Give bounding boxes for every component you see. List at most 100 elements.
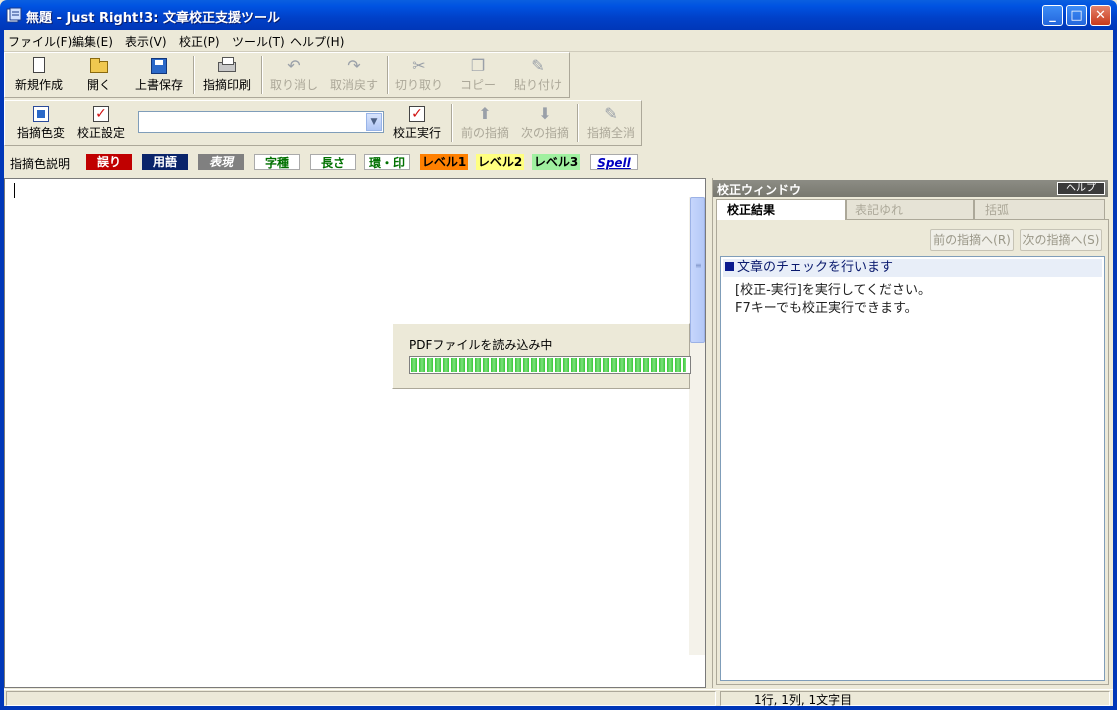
toolbar-separator (577, 104, 579, 142)
paste-button[interactable]: ✎ 貼り付け (511, 55, 565, 95)
highlight-color-legend: 指摘色説明 誤り 用語 表現 字種 長さ 環・印 レベル1 レベル2 レベル3 … (4, 151, 1113, 175)
chevron-down-icon[interactable]: ▼ (366, 113, 382, 131)
window-title: 無題 - Just Right!3: 文章校正支援ツール (26, 11, 280, 26)
checkmark-icon: ✓ (407, 105, 427, 123)
legend-chip: 表現 (198, 154, 244, 170)
settings-label: 校正設定 (76, 126, 125, 140)
redo-button-label: 取消戻す (329, 78, 378, 92)
result-line: F7キーでも校正実行できます。 (735, 301, 918, 316)
legend-chip: 誤り (86, 154, 132, 170)
legend-chip: 長さ (310, 154, 356, 170)
tab-spelling-variants[interactable]: 表記ゆれ (846, 199, 974, 219)
proofread-mode-select[interactable]: ▼ (138, 111, 384, 133)
next-issue-nav-button[interactable]: 次の指摘へ(S) (1020, 229, 1102, 251)
tab-results[interactable]: 校正結果 (716, 199, 846, 220)
legend-label: 指摘色説明 (10, 157, 71, 171)
open-button[interactable]: 開く (77, 55, 121, 95)
color-change-button[interactable]: 指摘色変 (13, 103, 69, 143)
window-frame (0, 706, 1117, 710)
legend-chip: 環・印 (364, 154, 410, 170)
menu-help[interactable]: ヘルプ(H) (290, 33, 344, 50)
legend-chip: Spell (590, 154, 638, 170)
menu-view[interactable]: 表示(V) (125, 33, 167, 50)
minimize-button[interactable]: _ (1042, 5, 1063, 26)
maximize-button[interactable]: □ (1066, 5, 1087, 26)
legend-chip: レベル1 (420, 154, 468, 170)
panel-header: 校正ウィンドウ (713, 180, 1108, 197)
next-issue-button[interactable]: ⬇ 次の指摘 (517, 103, 573, 143)
new-button[interactable]: 新規作成 (11, 55, 67, 95)
prev-issue-label: 前の指摘 (460, 126, 509, 140)
standard-toolbar: 新規作成 開く 上書保存 指摘印刷 ↶ 取り消し ↷ 取消戻す ✂ 切り取り ❐… (4, 52, 570, 98)
menu-tools[interactable]: ツール(T) (232, 33, 285, 50)
open-button-label: 開く (86, 78, 111, 92)
run-proofread-button[interactable]: ✓ 校正実行 (389, 103, 445, 143)
panel-help-button[interactable]: ヘルプ (1057, 182, 1105, 195)
save-icon (149, 57, 169, 75)
progress-bar (409, 356, 691, 374)
arrow-up-icon: ⬆ (478, 104, 492, 123)
folder-open-icon (89, 57, 109, 75)
menu-edit[interactable]: 編集(E) (72, 33, 113, 50)
paste-brush-icon: ✎ (531, 56, 545, 75)
legend-chip: レベル2 (476, 154, 524, 170)
legend-chip: 字種 (254, 154, 300, 170)
close-button[interactable]: ✕ (1090, 5, 1111, 26)
toolbar-separator (387, 56, 389, 94)
save-button-label: 上書保存 (134, 78, 183, 92)
legend-chip: 用語 (142, 154, 188, 170)
scissors-icon: ✂ (412, 56, 426, 75)
next-issue-label: 次の指摘 (520, 126, 569, 140)
progress-bar-fill (411, 358, 686, 372)
toolbar-separator (261, 56, 263, 94)
run-proofread-label: 校正実行 (392, 126, 441, 140)
tab-brackets[interactable]: 括弧 (974, 199, 1105, 219)
printer-icon (217, 57, 237, 75)
menu-file[interactable]: ファイル(F) (8, 33, 72, 50)
clear-issues-button[interactable]: ✎ 指摘全消 (583, 103, 639, 143)
save-button[interactable]: 上書保存 (131, 55, 187, 95)
window-frame (1113, 30, 1117, 710)
undo-button-label: 取り消し (269, 78, 318, 92)
undo-button[interactable]: ↶ 取り消し (267, 55, 321, 95)
menu-bar: ファイル(F) 編集(E) 表示(V) 校正(P) ツール(T) ヘルプ(H) (4, 30, 1113, 52)
cut-button[interactable]: ✂ 切り取り (393, 55, 445, 95)
menu-proofread[interactable]: 校正(P) (179, 33, 220, 50)
color-change-label: 指摘色変 (16, 126, 65, 140)
new-document-icon (29, 57, 49, 75)
app-icon[interactable] (6, 7, 22, 23)
prev-issue-nav-button[interactable]: 前の指摘へ(R) (930, 229, 1014, 251)
panel-title: 校正ウィンドウ (717, 183, 802, 197)
arrow-down-icon: ⬇ (538, 104, 552, 123)
result-line: [校正-実行]を実行してください。 (735, 283, 932, 298)
result-heading: 文章のチェックを行います (737, 260, 894, 275)
prev-issue-button[interactable]: ⬆ 前の指摘 (457, 103, 513, 143)
square-marker-icon (725, 262, 734, 271)
results-list: 文章のチェックを行います [校正-実行]を実行してください。 F7キーでも校正実… (720, 256, 1105, 681)
legend-chip: レベル3 (532, 154, 580, 170)
text-editor[interactable] (4, 178, 706, 688)
print-button[interactable]: 指摘印刷 (199, 55, 255, 95)
toolbar-separator (451, 104, 453, 142)
title-bar: 無題 - Just Right!3: 文章校正支援ツール _ □ ✕ (0, 0, 1117, 30)
settings-button[interactable]: ✓ 校正設定 (73, 103, 129, 143)
clear-issues-label: 指摘全消 (586, 126, 635, 140)
settings-check-icon: ✓ (91, 105, 111, 123)
redo-button[interactable]: ↷ 取消戻す (327, 55, 381, 95)
status-pane (6, 691, 716, 706)
color-palette-icon (31, 105, 51, 123)
copy-icon: ❐ (470, 56, 486, 75)
copy-button[interactable]: ❐ コピー (453, 55, 503, 95)
result-heading-row[interactable]: 文章のチェックを行います (723, 259, 1102, 277)
grip-icon: ≡ (695, 261, 702, 270)
paste-button-label: 貼り付け (513, 78, 562, 92)
copy-button-label: コピー (459, 78, 496, 92)
new-button-label: 新規作成 (14, 78, 63, 92)
status-bar: 1行, 1列, 1文字目 (4, 689, 1113, 707)
text-caret (14, 183, 15, 198)
loading-message: PDFファイルを読み込み中 (409, 338, 553, 352)
toolbar-separator (193, 56, 195, 94)
clear-document-icon: ✎ (604, 104, 618, 123)
cut-button-label: 切り取り (394, 78, 443, 92)
editor-scrollbar-thumb[interactable]: ≡ (690, 197, 705, 343)
